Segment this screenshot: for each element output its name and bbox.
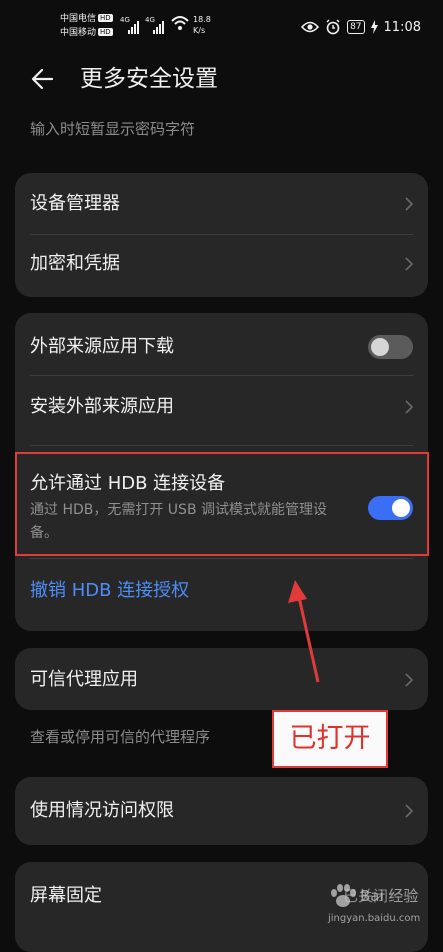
annotation-arrow-icon xyxy=(288,580,320,683)
watermark-text: Bai 经验 xyxy=(360,887,419,905)
paw-logo-icon xyxy=(331,884,356,907)
annotation-callout: 已打开 xyxy=(272,710,388,768)
watermark-url: jingyan.baidu.com xyxy=(328,913,421,924)
watermark: Bai 经验 jingyan.baidu.com xyxy=(322,880,437,932)
